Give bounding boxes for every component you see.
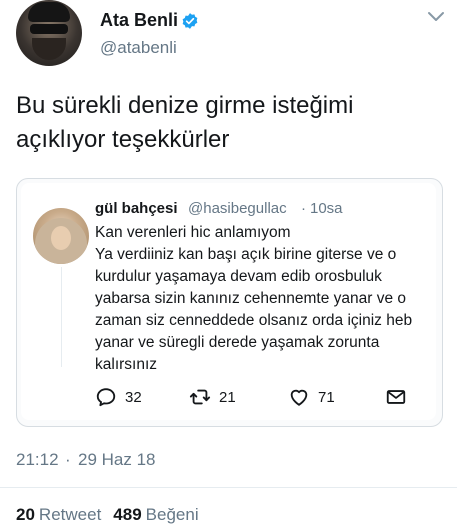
- retweet-total[interactable]: 20: [16, 505, 35, 524]
- quoted-timestamp[interactable]: 10sa: [310, 200, 343, 217]
- author-avatar[interactable]: [16, 0, 82, 66]
- quoted-action-bar: 32 21 71: [95, 386, 425, 408]
- like-count: 71: [318, 388, 335, 406]
- quoted-text-line: Ya verdiiniz kan başı açık birine giters…: [95, 246, 397, 263]
- reply-button[interactable]: 32: [95, 386, 142, 408]
- avatar-cap-shape: [28, 2, 70, 22]
- like-total[interactable]: 489: [113, 505, 141, 524]
- quoted-text-line: yanar ve süregli derede yaşamak zorunta: [95, 334, 380, 351]
- reply-count: 32: [125, 388, 142, 406]
- engagement-stats: 20 Retweet 489 Beğeni: [16, 505, 211, 525]
- reply-icon: [96, 388, 116, 407]
- quoted-text-line: yabarsa sizin kanınız cehennemte yanar v…: [95, 290, 407, 307]
- date-separator: ·: [65, 450, 71, 469]
- heart-icon: [290, 389, 308, 406]
- quoted-tweet-text: Kan verenleri hic anlamıyom Ya verdiiniz…: [95, 222, 435, 376]
- retweet-button[interactable]: 21: [189, 386, 236, 408]
- like-button[interactable]: 71: [288, 386, 335, 408]
- verified-badge-icon: [182, 13, 198, 29]
- quoted-separator: ·: [301, 200, 306, 217]
- avatar-beard-shape: [32, 38, 66, 60]
- avatar-glasses-shape: [30, 24, 68, 34]
- tweet-text: Bu sürekli denize girme isteğimi açıklıy…: [16, 92, 354, 153]
- like-label[interactable]: Beğeni: [146, 505, 199, 524]
- avatar-face-shape: [51, 226, 71, 250]
- author-handle[interactable]: @atabenli: [100, 38, 177, 58]
- chevron-down-icon[interactable]: [427, 10, 445, 24]
- retweet-icon: [189, 389, 211, 405]
- author-name[interactable]: Ata Benli: [100, 10, 178, 31]
- tweet-date[interactable]: 29 Haz 18: [78, 450, 156, 470]
- envelope-icon: [386, 390, 406, 404]
- quoted-author-handle[interactable]: @hasibegullac: [188, 200, 287, 217]
- quoted-author-name[interactable]: gül bahçesi: [95, 200, 178, 217]
- quoted-author-avatar[interactable]: [33, 208, 89, 264]
- quoted-text-line: kalırsınız: [95, 356, 158, 373]
- quoted-text-line: kurdulur yaşamaya devam edib orosbuluk: [95, 268, 382, 285]
- thread-line: [61, 267, 62, 367]
- divider: [0, 487, 457, 488]
- quoted-text-line: Kan verenleri hic anlamıyom: [95, 224, 291, 241]
- quoted-text-line: zaman siz cenneddede olsanız orda içiniz…: [95, 312, 413, 329]
- retweet-count: 21: [219, 388, 236, 406]
- dm-button[interactable]: [385, 386, 407, 408]
- retweet-label[interactable]: Retweet: [39, 505, 101, 524]
- tweet-time[interactable]: 21:12: [16, 450, 59, 470]
